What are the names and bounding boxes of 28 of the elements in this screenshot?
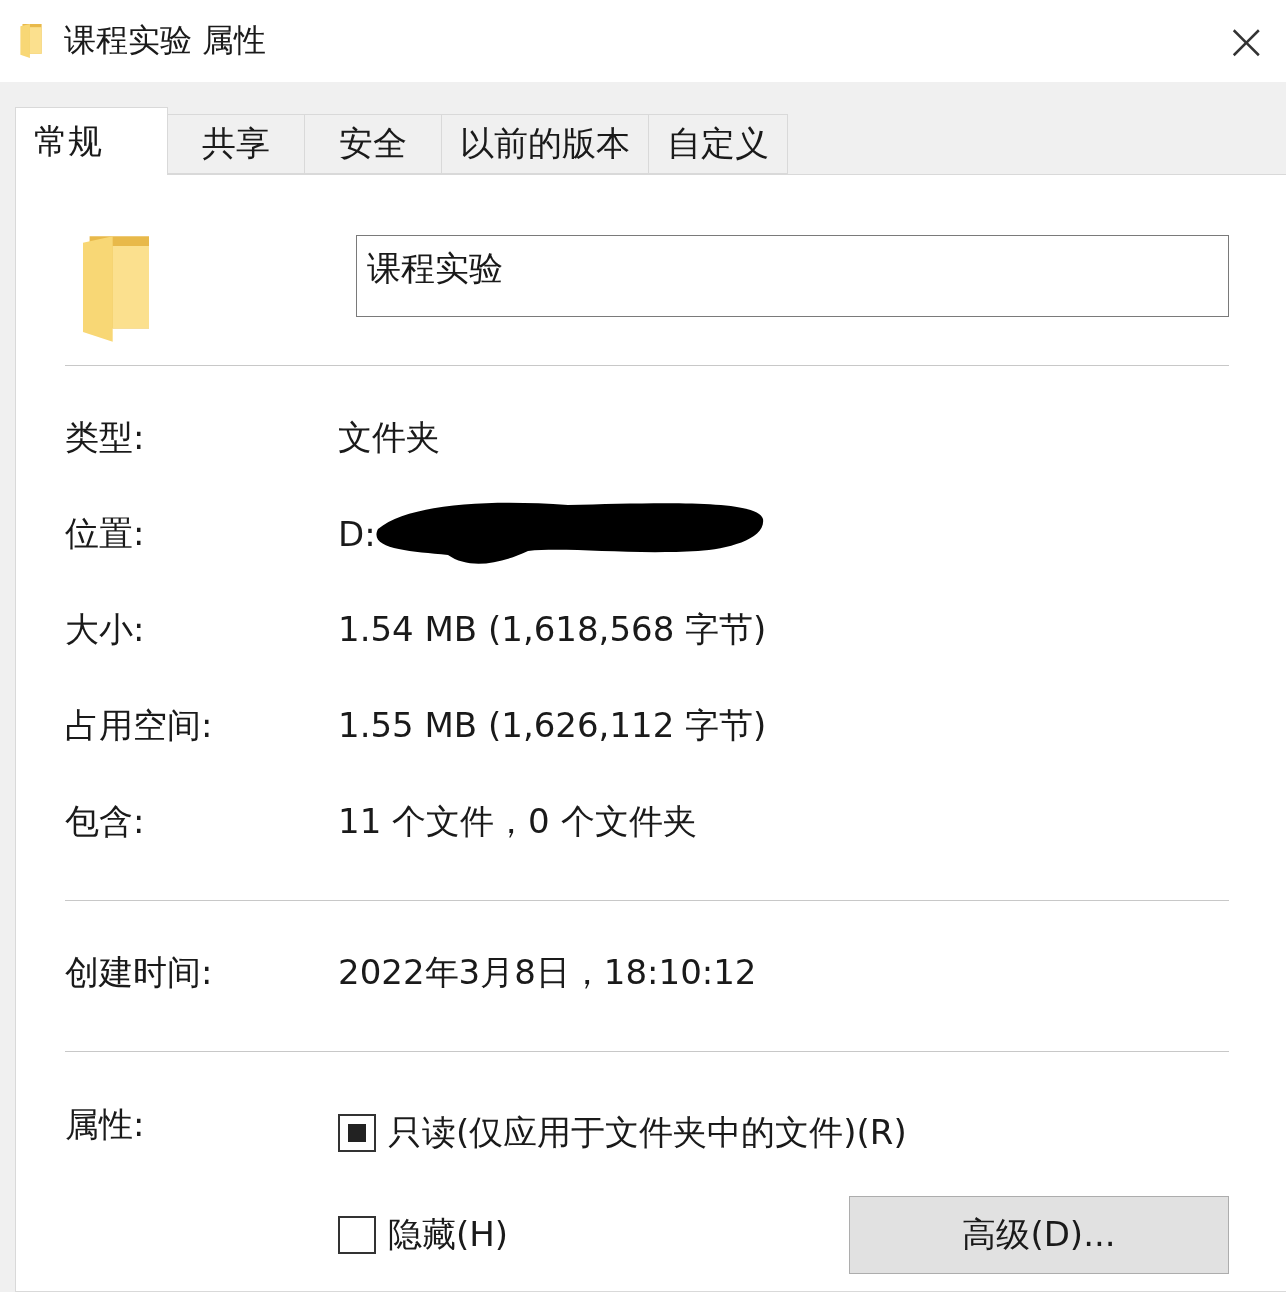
property-value: 1.54 MB (1,618,568 字节) — [338, 608, 767, 651]
property-label: 类型: — [65, 416, 146, 459]
name-field[interactable]: 课程实验 — [356, 235, 1229, 317]
tab[interactable]: 安全 — [304, 114, 442, 174]
checkbox[interactable] — [338, 1216, 376, 1254]
tab[interactable]: 自定义 — [648, 114, 788, 174]
property-value: 1.55 MB (1,626,112 字节) — [338, 704, 767, 747]
window-title: 课程实验 属性 — [64, 20, 268, 61]
property-label: 创建时间: — [65, 951, 214, 994]
property-value: 文件夹 — [338, 416, 440, 459]
tab[interactable]: 共享 — [167, 114, 305, 174]
close-button[interactable]: × — [1218, 15, 1274, 67]
folder-icon — [20, 24, 42, 58]
property-label: 位置: — [65, 512, 146, 555]
advanced-button[interactable]: 高级(D)... — [849, 1196, 1229, 1274]
checkbox-label: 隐藏(H) — [388, 1213, 509, 1256]
property-label: 大小: — [65, 608, 146, 651]
checkbox[interactable] — [338, 1114, 376, 1152]
tab[interactable]: 以前的版本 — [441, 114, 649, 174]
property-value: 2022年3月8日，18:10:12 — [338, 951, 757, 994]
property-value: D: — [338, 514, 376, 554]
property-value: 11 个文件，0 个文件夹 — [338, 800, 697, 843]
folder-icon — [83, 235, 149, 343]
attributes-label: 属性: — [65, 1103, 146, 1146]
checkbox-label: 只读(仅应用于文件夹中的文件)(R) — [388, 1111, 907, 1154]
property-label: 包含: — [65, 800, 146, 843]
property-label: 占用空间: — [65, 704, 214, 747]
tab[interactable]: 常规 — [15, 107, 168, 175]
